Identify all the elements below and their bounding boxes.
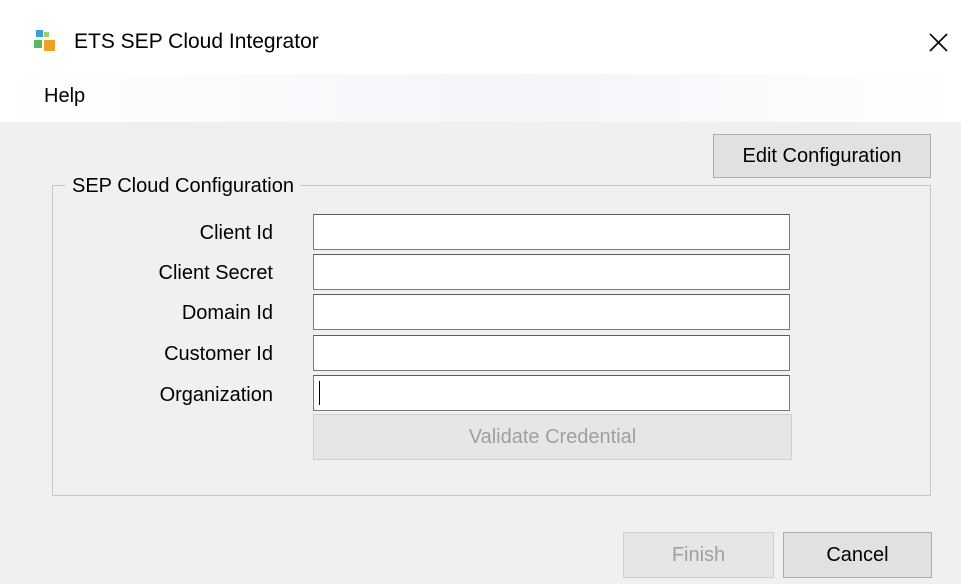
customer-id-label: Customer Id	[164, 343, 273, 365]
customer-id-input[interactable]	[313, 335, 790, 371]
close-icon	[929, 33, 948, 52]
client-secret-label: Client Secret	[158, 262, 274, 284]
finish-button[interactable]: Finish	[623, 532, 774, 578]
domain-id-input[interactable]	[313, 294, 790, 330]
domain-id-label: Domain Id	[181, 302, 273, 324]
close-button[interactable]	[918, 22, 958, 62]
organization-label: Organization	[159, 384, 273, 406]
group-title: SEP Cloud Configuration	[66, 175, 300, 198]
edit-configuration-button[interactable]: Edit Configuration	[713, 134, 931, 178]
menu-bar	[0, 74, 961, 122]
text-cursor	[319, 381, 320, 405]
dialog-window: ETS SEP Cloud Integrator Help Edit Confi…	[0, 0, 961, 584]
title-bar: ETS SEP Cloud Integrator	[0, 0, 961, 74]
menu-help[interactable]: Help	[44, 85, 85, 108]
client-id-label: Client Id	[199, 222, 273, 244]
validate-credential-button[interactable]: Validate Credential	[313, 414, 792, 460]
window-title: ETS SEP Cloud Integrator	[74, 30, 319, 53]
client-id-input[interactable]	[313, 214, 790, 250]
organization-input[interactable]	[313, 375, 790, 411]
client-secret-input[interactable]	[313, 254, 790, 290]
cancel-button[interactable]: Cancel	[783, 532, 932, 578]
app-logo-icon	[34, 30, 58, 54]
